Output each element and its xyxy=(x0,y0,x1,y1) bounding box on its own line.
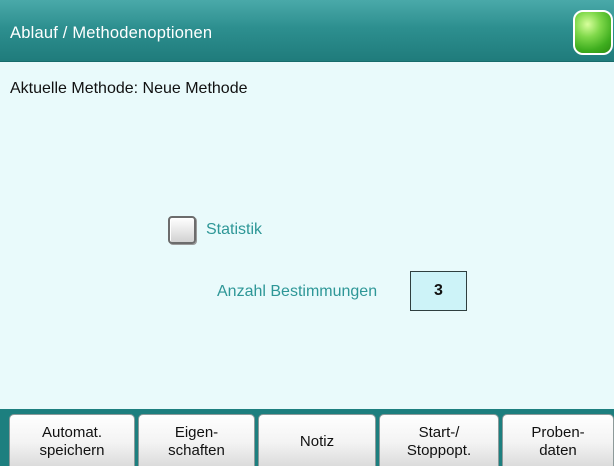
eigenschaften-button[interactable]: Eigen- schaften xyxy=(138,414,255,466)
status-indicator[interactable] xyxy=(573,10,613,55)
title-bar: Ablauf / Methodenoptionen xyxy=(0,0,614,62)
current-method-label: Aktuelle Methode: Neue Methode xyxy=(10,80,248,97)
start-stoppopt-button[interactable]: Start-/ Stoppopt. xyxy=(379,414,499,466)
anzahl-bestimmungen-label: Anzahl Bestimmungen xyxy=(217,283,378,300)
page-title: Ablauf / Methodenoptionen xyxy=(10,24,213,42)
notiz-button[interactable]: Notiz xyxy=(258,414,376,466)
automat-speichern-button[interactable]: Automat. speichern xyxy=(9,414,135,466)
statistik-checkbox[interactable] xyxy=(168,216,196,244)
probendaten-button[interactable]: Proben- daten xyxy=(502,414,614,466)
main-content: Aktuelle Methode: Neue Methode Statistik… xyxy=(0,62,614,409)
statistik-label[interactable]: Statistik xyxy=(206,221,262,239)
anzahl-bestimmungen-input[interactable]: 3 xyxy=(410,271,467,311)
softkey-bar: Automat. speichern Eigen- schaften Notiz… xyxy=(0,409,614,466)
